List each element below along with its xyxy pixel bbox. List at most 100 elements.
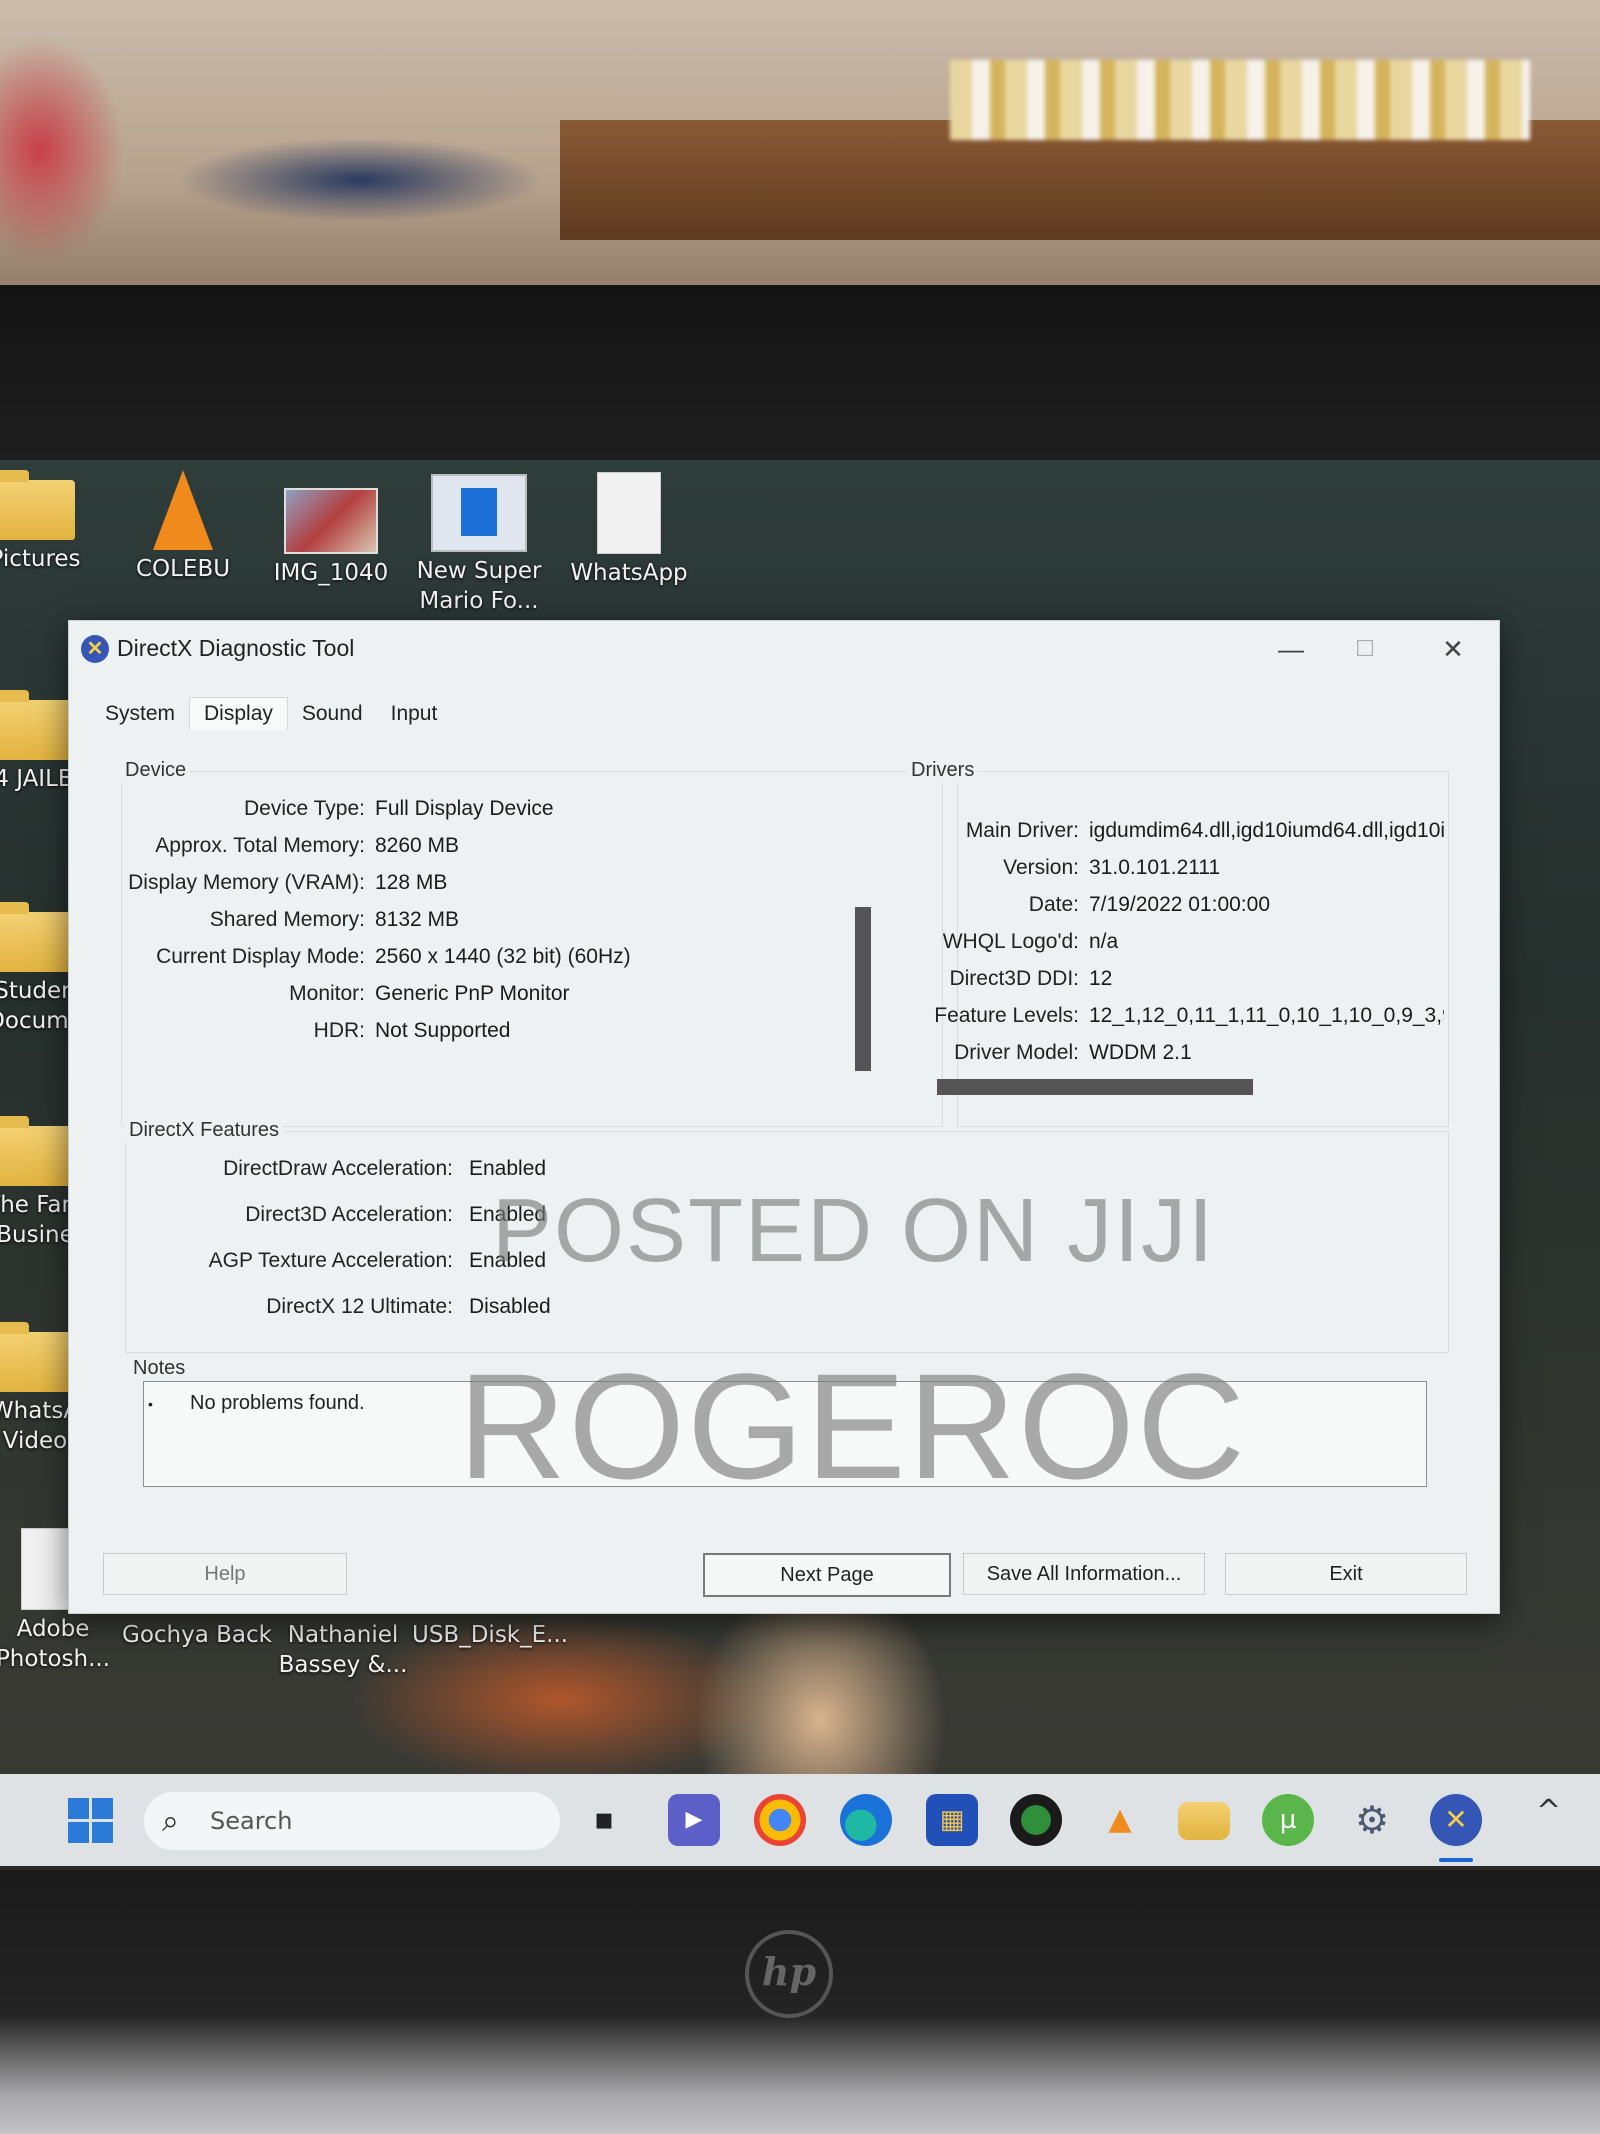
- teams-icon[interactable]: ▶: [668, 1794, 720, 1846]
- driver-row: Driver Model: WDDM 2.1: [909, 1041, 1444, 1065]
- desktop-icon-pictures[interactable]: Pictures: [0, 470, 110, 574]
- help-button[interactable]: Help: [103, 1553, 347, 1595]
- driver-label: Date:: [1028, 893, 1079, 916]
- tab-system[interactable]: System: [91, 698, 189, 730]
- driver-row: Feature Levels: 12_1,12_0,11_1,11_0,10_1,…: [909, 1004, 1444, 1028]
- device-value: Not Supported: [375, 1019, 511, 1042]
- driver-row: Main Driver: igdumdim64.dll,igd10iumd64.d…: [909, 819, 1444, 843]
- device-label: Approx. Total Memory:: [155, 834, 365, 857]
- device-row: Device Type: Full Display Device: [121, 797, 554, 821]
- utorrent-icon[interactable]: µ: [1262, 1794, 1314, 1846]
- device-label: Monitor:: [289, 982, 365, 1005]
- device-label: Display Memory (VRAM):: [128, 871, 365, 894]
- driver-label: Direct3D DDI:: [949, 967, 1079, 990]
- tab-input[interactable]: Input: [377, 698, 452, 730]
- file-explorer-icon[interactable]: [1178, 1802, 1230, 1840]
- chrome-icon[interactable]: [754, 1794, 806, 1846]
- desktop-icon-label: COLEBU: [135, 556, 231, 582]
- device-label: HDR:: [313, 1019, 365, 1042]
- settings-gear-icon[interactable]: ⚙: [1346, 1794, 1398, 1846]
- desktop-icon-img1040[interactable]: IMG_1040: [256, 488, 406, 588]
- save-all-information-button[interactable]: Save All Information...: [963, 1553, 1205, 1595]
- feature-label: Direct3D Acceleration:: [245, 1203, 453, 1226]
- dialog-titlebar[interactable]: ✕ DirectX Diagnostic Tool — ☐ ✕: [69, 621, 1499, 677]
- folder-icon: [0, 902, 75, 972]
- desktop-icon-label: New Super Mario Fo...: [416, 558, 542, 614]
- feature-label: DirectDraw Acceleration:: [223, 1157, 453, 1180]
- background-shelf-items: [950, 60, 1530, 140]
- document-icon: [597, 472, 661, 554]
- desktop-icon-whatsapp[interactable]: WhatsApp: [554, 472, 704, 588]
- features-heading: DirectX Features: [125, 1119, 284, 1142]
- task-view-icon[interactable]: ▪: [578, 1794, 630, 1846]
- device-row: Approx. Total Memory: 8260 MB: [121, 834, 459, 858]
- device-row: Shared Memory: 8132 MB: [121, 908, 459, 932]
- device-value: Generic PnP Monitor: [375, 982, 570, 1005]
- desktop-icon-usb-disk[interactable]: USB_Disk_E...: [412, 1620, 568, 1650]
- desktop-icon-label: Pictures: [0, 546, 81, 572]
- device-row: HDR: Not Supported: [121, 1019, 511, 1043]
- taskbar-search[interactable]: ⌕ Search: [144, 1792, 560, 1850]
- vlc-cone-icon: [153, 470, 213, 550]
- desktop-icon-label: IMG_1040: [273, 560, 389, 586]
- desktop-icon-gochya-back[interactable]: Gochya Back: [122, 1620, 272, 1650]
- active-app-indicator: [1439, 1858, 1473, 1862]
- background-room-photo: [0, 0, 1600, 300]
- desktop-icon-label: Gochya Back: [122, 1622, 272, 1648]
- driver-value: n/a: [1089, 930, 1119, 953]
- next-page-button[interactable]: Next Page: [703, 1553, 951, 1597]
- driver-row: Direct3D DDI: 12: [909, 967, 1444, 991]
- watermark-line1: POSTED ON JIJI: [492, 1181, 1216, 1281]
- desktop-icon-nathaniel-bassey[interactable]: Nathaniel Bassey &...: [268, 1620, 418, 1680]
- device-value: 2560 x 1440 (32 bit) (60Hz): [375, 945, 631, 968]
- driver-value: WDDM 2.1: [1089, 1041, 1192, 1064]
- device-value: 128 MB: [375, 871, 448, 894]
- driver-row: WHQL Logo'd: n/a: [909, 930, 1444, 954]
- driver-value: 7/19/2022 01:00:00: [1089, 893, 1271, 916]
- vlc-icon[interactable]: ▲: [1094, 1794, 1146, 1846]
- driver-row: Date: 7/19/2022 01:00:00: [909, 893, 1444, 917]
- tab-sound[interactable]: Sound: [288, 698, 377, 730]
- minimize-icon[interactable]: —: [1263, 629, 1319, 669]
- device-label: Current Display Mode:: [156, 945, 365, 968]
- tab-display[interactable]: Display: [189, 697, 288, 730]
- driver-label: WHQL Logo'd:: [942, 930, 1079, 953]
- exit-button[interactable]: Exit: [1225, 1553, 1467, 1595]
- folder-icon: [0, 690, 75, 760]
- game-icon[interactable]: [1010, 1794, 1062, 1846]
- driver-label: Main Driver:: [965, 819, 1079, 842]
- device-row: Display Memory (VRAM): 128 MB: [121, 871, 447, 895]
- notes-heading: Notes: [129, 1357, 190, 1380]
- desktop-icon-label: USB_Disk_E...: [412, 1622, 569, 1648]
- driver-label: Version:: [1003, 856, 1079, 879]
- driver-label: Feature Levels:: [934, 1004, 1079, 1027]
- device-row: Monitor: Generic PnP Monitor: [121, 982, 570, 1006]
- driver-row: Version: 31.0.101.2111: [909, 856, 1444, 880]
- watermark-line2: ROGEROC: [458, 1342, 1248, 1510]
- maximize-icon[interactable]: ☐: [1337, 629, 1393, 669]
- search-placeholder: Search: [210, 1807, 293, 1835]
- desktop-icon-colebu[interactable]: COLEBU: [108, 470, 258, 584]
- desktop-icon-label: WhatsApp: [570, 560, 688, 586]
- close-icon[interactable]: ✕: [1425, 629, 1481, 669]
- device-value: 8260 MB: [375, 834, 460, 857]
- feature-label: DirectX 12 Ultimate:: [266, 1295, 453, 1318]
- desktop-icon-new-super-mario[interactable]: New Super Mario Fo...: [404, 474, 554, 634]
- directx-taskbar-icon[interactable]: ✕: [1430, 1794, 1482, 1846]
- device-scrollbar[interactable]: [855, 907, 871, 1071]
- edge-icon[interactable]: [840, 1794, 892, 1846]
- drivers-scrollbar[interactable]: [937, 1079, 1253, 1095]
- feature-row: AGP Texture Acceleration: Enabled: [125, 1249, 546, 1273]
- start-button[interactable]: [68, 1798, 114, 1844]
- application-icon: [431, 474, 527, 552]
- chevron-up-icon[interactable]: ^: [1536, 1794, 1561, 1829]
- drivers-heading: Drivers: [907, 759, 979, 782]
- taskbar: ⌕ Search ▪ ▶ ▦ ▲ µ ⚙ ✕ ^: [0, 1774, 1600, 1866]
- desktop-icon-label: Adobe Photosh...: [0, 1616, 111, 1672]
- bullet-icon: •: [148, 1396, 153, 1412]
- search-icon: ⌕: [162, 1804, 179, 1839]
- store-icon[interactable]: ▦: [926, 1794, 978, 1846]
- device-value: 8132 MB: [375, 908, 460, 931]
- hp-logo: hp: [745, 1930, 833, 2018]
- folder-icon: [0, 1116, 75, 1186]
